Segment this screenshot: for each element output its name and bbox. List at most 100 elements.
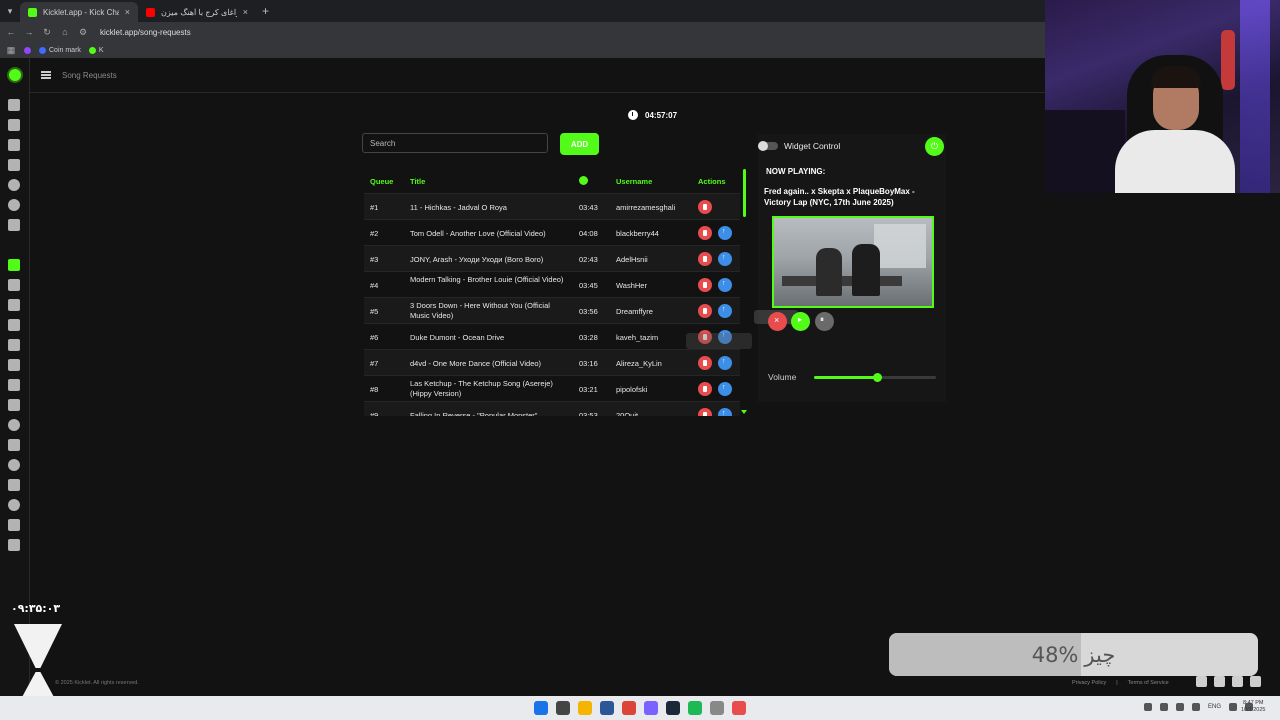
tab-search-icon[interactable]: ▾ bbox=[0, 0, 20, 22]
song-duration: 03:56 bbox=[579, 307, 598, 316]
tools-icon[interactable] bbox=[8, 159, 20, 171]
requester-username: AdelHsnii bbox=[616, 255, 648, 264]
power-icon[interactable]: ⏻ bbox=[925, 137, 944, 156]
move-up-button[interactable] bbox=[718, 356, 732, 370]
app-icon[interactable] bbox=[644, 701, 658, 715]
clipboard-icon[interactable] bbox=[8, 399, 20, 411]
wifi-icon[interactable] bbox=[1229, 703, 1238, 711]
overlay-timer: ۰۹:۳۵:۰۳ bbox=[11, 602, 61, 615]
queue-position: #4 bbox=[370, 281, 379, 290]
discord-icon[interactable] bbox=[1196, 676, 1207, 687]
chat-icon[interactable] bbox=[8, 179, 20, 191]
scroll-down-icon[interactable] bbox=[741, 410, 747, 414]
delete-song-button[interactable] bbox=[698, 304, 712, 318]
discord-icon[interactable] bbox=[8, 519, 20, 531]
link-icon[interactable] bbox=[8, 339, 20, 351]
kick-icon[interactable] bbox=[1214, 676, 1225, 687]
move-up-button[interactable] bbox=[718, 382, 732, 396]
chrome-icon[interactable] bbox=[622, 701, 636, 715]
move-up-button[interactable] bbox=[718, 226, 732, 240]
move-up-button[interactable] bbox=[718, 408, 732, 416]
back-icon[interactable]: ← bbox=[6, 27, 16, 37]
language-indicator[interactable]: ENG bbox=[1208, 704, 1221, 710]
menu-icon[interactable] bbox=[41, 71, 51, 79]
song-duration: 03:45 bbox=[579, 281, 598, 290]
commands-icon[interactable] bbox=[8, 119, 20, 131]
song-duration: 04:08 bbox=[579, 229, 598, 238]
tab-label: وقتی چراغای کرج با آهنگ میزن bbox=[161, 7, 237, 17]
docs-icon[interactable] bbox=[1250, 676, 1261, 687]
search-icon[interactable] bbox=[556, 701, 570, 715]
tray-app-icon[interactable] bbox=[1160, 703, 1168, 711]
kicklet-logo-icon[interactable] bbox=[7, 67, 23, 83]
reload-icon[interactable]: ↻ bbox=[42, 27, 52, 38]
file-explorer-icon[interactable] bbox=[578, 701, 592, 715]
add-song-button[interactable]: ADD bbox=[560, 133, 599, 155]
tray-clock[interactable]: 8:47 PM 10/1/2025 bbox=[1241, 700, 1265, 714]
terms-link[interactable]: Terms of Service bbox=[1128, 680, 1169, 686]
gift-icon[interactable] bbox=[8, 299, 20, 311]
close-tab-icon[interactable]: × bbox=[125, 7, 130, 17]
tab-youtube[interactable]: وقتی چراغای کرج با آهنگ میزن × bbox=[138, 2, 256, 22]
privacy-link[interactable]: Privacy Policy bbox=[1072, 680, 1106, 686]
clapper-icon[interactable] bbox=[8, 439, 20, 451]
song-requests-music-icon[interactable] bbox=[8, 259, 20, 271]
url-field[interactable]: kicklet.app/song-requests bbox=[100, 28, 191, 37]
goal-progress-text: 48% چیز bbox=[889, 633, 1258, 676]
stats-icon[interactable] bbox=[8, 359, 20, 371]
song-title: Modern Talking - Brother Louie (Official… bbox=[410, 275, 564, 284]
delete-song-button[interactable] bbox=[698, 408, 712, 416]
close-tab-icon[interactable]: × bbox=[243, 7, 248, 17]
forward-icon[interactable]: → bbox=[24, 27, 34, 37]
skip-button[interactable] bbox=[791, 312, 810, 331]
app-icon[interactable] bbox=[732, 701, 746, 715]
new-tab-icon[interactable]: + bbox=[256, 4, 275, 18]
search-input[interactable] bbox=[362, 133, 548, 153]
delete-song-button[interactable] bbox=[698, 200, 712, 214]
emoji-icon[interactable] bbox=[8, 419, 20, 431]
app-icon[interactable] bbox=[710, 701, 724, 715]
timers-icon[interactable] bbox=[8, 139, 20, 151]
pause-button[interactable] bbox=[815, 312, 834, 331]
apps-icon[interactable]: ▦ bbox=[6, 45, 16, 56]
bookmark-coin-mark[interactable]: Coin mark bbox=[39, 46, 81, 54]
home-icon[interactable]: ⌂ bbox=[60, 27, 70, 37]
steam-icon[interactable] bbox=[666, 701, 680, 715]
delete-song-button[interactable] bbox=[698, 252, 712, 266]
table-row: #6 Duke Dumont - Ocean Drive 03:28 kaveh_ta… bbox=[364, 324, 740, 350]
video-icon[interactable] bbox=[8, 379, 20, 391]
delete-song-button[interactable] bbox=[698, 382, 712, 396]
site-info-icon[interactable]: ⚙ bbox=[78, 27, 88, 38]
tab-kicklet[interactable]: Kicklet.app - Kick Chatbot × bbox=[20, 2, 138, 22]
bookmark-twitch[interactable] bbox=[24, 46, 31, 54]
vscode-icon[interactable] bbox=[600, 701, 614, 715]
widget-control-toggle[interactable] bbox=[758, 141, 778, 151]
star-icon[interactable] bbox=[8, 279, 20, 291]
start-icon[interactable] bbox=[534, 701, 548, 715]
move-up-button[interactable] bbox=[718, 252, 732, 266]
chevron-up-icon[interactable] bbox=[1144, 703, 1152, 711]
tray-app-icon[interactable] bbox=[1176, 703, 1184, 711]
move-up-button[interactable] bbox=[718, 304, 732, 318]
message-icon[interactable] bbox=[8, 459, 20, 471]
requester-username: Alireza_KyLin bbox=[616, 359, 662, 368]
alerts-icon[interactable] bbox=[8, 219, 20, 231]
dashboard-icon[interactable] bbox=[8, 99, 20, 111]
docs-icon[interactable] bbox=[8, 539, 20, 551]
delete-song-button[interactable] bbox=[698, 226, 712, 240]
move-up-button[interactable] bbox=[718, 278, 732, 292]
volume-slider[interactable] bbox=[814, 373, 936, 382]
stop-button[interactable] bbox=[768, 312, 787, 331]
tray-app-icon[interactable] bbox=[1192, 703, 1200, 711]
bookmark-k[interactable]: K bbox=[88, 46, 104, 54]
monitor-icon[interactable] bbox=[8, 479, 20, 491]
table-scrollbar[interactable] bbox=[743, 169, 746, 217]
x-icon[interactable] bbox=[1232, 676, 1243, 687]
moderation-shield-icon[interactable] bbox=[8, 199, 20, 211]
search-icon[interactable] bbox=[8, 499, 20, 511]
delete-song-button[interactable] bbox=[698, 278, 712, 292]
spotify-icon[interactable] bbox=[688, 701, 702, 715]
top-bar: Song Requests bbox=[30, 58, 1045, 93]
delete-song-button[interactable] bbox=[698, 356, 712, 370]
cart-icon[interactable] bbox=[8, 319, 20, 331]
